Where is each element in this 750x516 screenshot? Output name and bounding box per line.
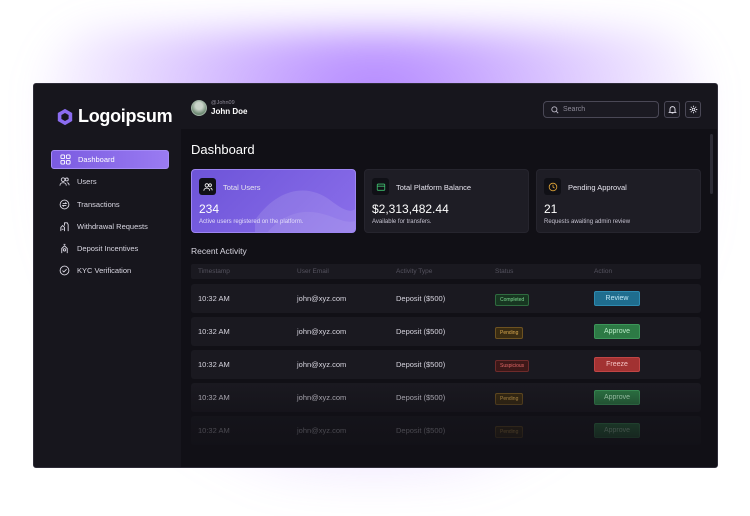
sidebar-item-deposit-incentives[interactable]: Deposit Incentives xyxy=(51,239,169,258)
approve-button[interactable]: Approve xyxy=(594,423,640,438)
approve-button[interactable]: Approve xyxy=(594,390,640,405)
column-header: Activity Type xyxy=(396,268,433,275)
search-input[interactable]: Search xyxy=(543,101,659,118)
table-row: 10:32 AM john@xyz.com Deposit ($500) Pen… xyxy=(191,317,701,346)
sidebar-item-kyc-verification[interactable]: KYC Verification xyxy=(51,261,169,280)
sidebar-item-label: Users xyxy=(77,177,97,187)
activity-type-cell: Deposit ($500) xyxy=(396,327,446,336)
activity-table: Timestamp User Email Activity Type Statu… xyxy=(191,264,701,449)
check-circle-icon xyxy=(59,265,70,276)
stat-card-pending-approval[interactable]: Pending Approval 21 Requests awaiting ad… xyxy=(536,169,701,233)
bell-icon xyxy=(667,106,677,114)
table-row: 10:32 AM john@xyz.com Deposit ($500) Sus… xyxy=(191,350,701,379)
activity-type-cell: Deposit ($500) xyxy=(396,426,446,435)
table-row: 10:32 AM john@xyz.com Deposit ($500) Pen… xyxy=(191,416,701,445)
freeze-button[interactable]: Freeze xyxy=(594,357,640,372)
table-row: 10:32 AM john@xyz.com Deposit ($500) Pen… xyxy=(191,383,701,412)
activity-type-cell: Deposit ($500) xyxy=(396,393,446,402)
sidebar-item-label: KYC Verification xyxy=(77,266,132,276)
card-title: Total Users xyxy=(223,183,261,192)
stat-card-total-users[interactable]: Total Users 234 Active users registered … xyxy=(191,169,356,233)
card-value: 234 xyxy=(199,202,220,216)
card-subtitle: Active users registered on the platform. xyxy=(199,219,304,225)
card-title: Pending Approval xyxy=(568,183,627,192)
status-badge: Pending xyxy=(495,327,524,339)
clock-icon xyxy=(544,178,561,195)
email-cell: john@xyz.com xyxy=(297,393,347,402)
sidebar-item-label: Dashboard xyxy=(78,155,115,164)
search-icon xyxy=(551,105,559,114)
settings-button[interactable] xyxy=(685,101,701,118)
table-row: 10:32 AM john@xyz.com Deposit ($500) Com… xyxy=(191,284,701,313)
withdrawal-icon xyxy=(59,221,70,232)
timestamp-cell: 10:32 AM xyxy=(198,327,230,336)
user-name: John Doe xyxy=(211,107,248,116)
timestamp-cell: 10:32 AM xyxy=(198,426,230,435)
sidebar-item-withdrawal-requests[interactable]: Withdrawal Requests xyxy=(51,217,169,236)
users-icon xyxy=(59,176,70,187)
sidebar-nav: Dashboard Users Transactions Withdrawal … xyxy=(51,150,169,284)
stat-card-platform-balance[interactable]: Total Platform Balance $2,313,482.44 Ava… xyxy=(364,169,529,233)
sidebar-item-users[interactable]: Users xyxy=(51,172,169,191)
logo[interactable]: Logoipsum xyxy=(56,106,173,127)
notifications-button[interactable] xyxy=(664,101,680,118)
scrollbar[interactable] xyxy=(710,134,713,194)
users-icon xyxy=(199,178,216,195)
transactions-icon xyxy=(59,199,70,210)
sidebar-item-label: Withdrawal Requests xyxy=(77,221,148,231)
card-title: Total Platform Balance xyxy=(396,183,472,192)
timestamp-cell: 10:32 AM xyxy=(198,360,230,369)
status-badge: Pending xyxy=(495,426,524,438)
app-window: Logoipsum Dashboard Users Transactions W… xyxy=(33,83,718,468)
sidebar-item-label: Deposit Incentives xyxy=(77,244,139,254)
card-value: $2,313,482.44 xyxy=(372,202,449,216)
column-header: Status xyxy=(495,268,514,275)
deposit-icon xyxy=(59,243,70,254)
card-subtitle: Requests awaiting admin review xyxy=(544,219,631,225)
activity-type-cell: Deposit ($500) xyxy=(396,294,446,303)
page-title: Dashboard xyxy=(191,142,255,157)
review-button[interactable]: Review xyxy=(594,291,640,306)
sidebar-item-transactions[interactable]: Transactions xyxy=(51,195,169,214)
sidebar-item-dashboard[interactable]: Dashboard xyxy=(51,150,169,169)
card-value: 21 xyxy=(544,202,558,216)
activity-type-cell: Deposit ($500) xyxy=(396,360,446,369)
avatar[interactable] xyxy=(191,100,207,116)
status-badge: Suspicious xyxy=(495,360,530,372)
card-subtitle: Available for transfers. xyxy=(372,219,432,225)
timestamp-cell: 10:32 AM xyxy=(198,393,230,402)
email-cell: john@xyz.com xyxy=(297,327,347,336)
status-badge: Pending xyxy=(495,393,524,405)
email-cell: john@xyz.com xyxy=(297,426,347,435)
search-placeholder: Search xyxy=(563,106,586,113)
user-handle: @John09 xyxy=(211,100,235,106)
column-header: User Email xyxy=(297,268,329,275)
user-profile[interactable]: @John09 John Doe xyxy=(191,100,247,116)
sidebar-item-label: Transactions xyxy=(77,199,120,209)
email-cell: john@xyz.com xyxy=(297,360,347,369)
column-header: Timestamp xyxy=(198,268,230,275)
logo-text: Logoipsum xyxy=(78,106,173,126)
status-badge: Completed xyxy=(495,294,530,306)
gear-icon xyxy=(689,105,697,114)
table-header: Timestamp User Email Activity Type Statu… xyxy=(191,264,701,279)
wallet-icon xyxy=(372,178,389,195)
timestamp-cell: 10:32 AM xyxy=(198,294,230,303)
logo-mark-icon xyxy=(57,108,73,125)
approve-button[interactable]: Approve xyxy=(594,324,640,339)
section-title: Recent Activity xyxy=(191,246,247,256)
email-cell: john@xyz.com xyxy=(297,294,347,303)
column-header: Action xyxy=(594,268,613,275)
decorative-wave xyxy=(255,190,355,232)
grid-icon xyxy=(60,154,71,165)
